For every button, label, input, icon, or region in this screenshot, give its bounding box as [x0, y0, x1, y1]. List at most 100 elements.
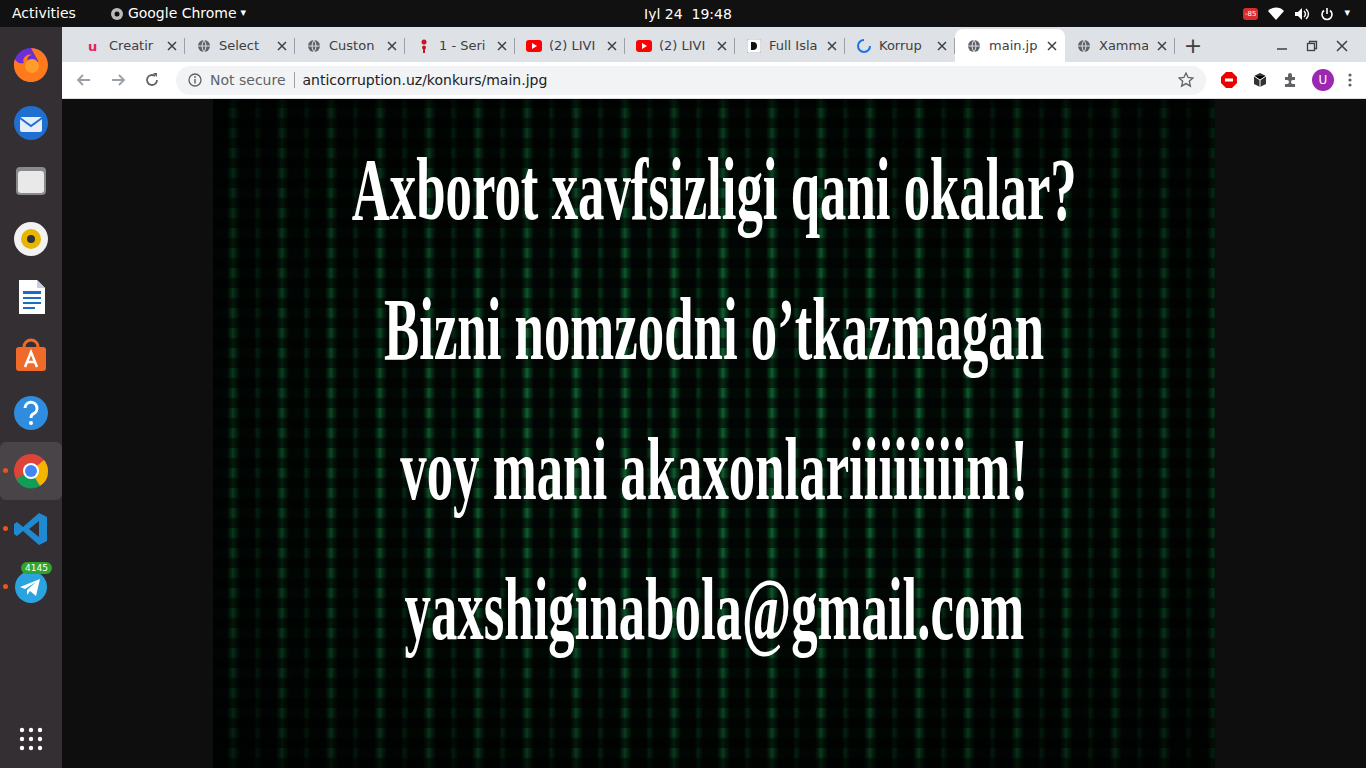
dock-item[interactable]	[0, 384, 62, 442]
tab[interactable]: Custon	[295, 29, 405, 62]
tab[interactable]: (2) LIVI	[625, 29, 735, 62]
top-bar: Activities Google Chrome▾ Iyl 24 19:48 -85▾	[0, 0, 1366, 27]
thunderbird-icon[interactable]	[11, 103, 51, 143]
globe-icon	[966, 38, 982, 54]
dock-item[interactable]	[0, 152, 62, 210]
url: anticorruption.uz/konkurs/main.jpg	[303, 70, 1170, 91]
unsplash-icon: u	[86, 38, 102, 54]
dock-item[interactable]	[0, 210, 62, 268]
tab-separator	[1174, 38, 1175, 54]
dock-item[interactable]	[0, 94, 62, 152]
image-viewer: Axborot xavfsizligi qani okalar?Bizni no…	[62, 99, 1366, 768]
close-icon[interactable]	[715, 39, 729, 53]
close-icon[interactable]	[385, 39, 399, 53]
tab-separator	[404, 38, 405, 54]
running-dot	[3, 468, 8, 473]
loading-icon	[856, 38, 872, 54]
tab-separator	[734, 38, 735, 54]
tab[interactable]: (2) LIVI	[515, 29, 625, 62]
profile-avatar[interactable]: U	[1312, 69, 1334, 91]
firefox-icon[interactable]	[11, 45, 51, 85]
clock[interactable]: Iyl 24 19:48	[644, 4, 732, 25]
close-icon[interactable]	[495, 39, 509, 53]
image-line: yaxshiginabola@gmail.com	[404, 540, 1024, 680]
pin-icon	[416, 38, 432, 54]
image-line: voy mani akaxonlariiiiiiiim!	[400, 400, 1028, 540]
forward-icon[interactable]	[108, 72, 128, 88]
omnibox[interactable]: Not secure anticorruption.uz/konkurs/main…	[176, 66, 1206, 95]
tab-separator	[294, 38, 295, 54]
software-icon[interactable]	[11, 335, 51, 375]
dock-item[interactable]	[0, 442, 62, 500]
toolbar: Not secure anticorruption.uz/konkurs/main…	[62, 62, 1366, 99]
close-icon[interactable]	[825, 39, 839, 53]
reload-icon[interactable]	[142, 72, 162, 88]
tab-separator	[624, 38, 625, 54]
restore-icon[interactable]	[1306, 40, 1318, 52]
close-window-icon[interactable]	[1336, 40, 1348, 52]
info-icon[interactable]	[188, 73, 202, 87]
help-icon[interactable]	[11, 393, 51, 433]
indicator-badge: -85	[1243, 8, 1258, 20]
running-dot	[3, 352, 8, 357]
running-dot	[3, 584, 8, 589]
image: Axborot xavfsizligi qani okalar?Bizni no…	[213, 99, 1215, 768]
youtube-icon	[636, 38, 652, 54]
globe-icon	[1076, 38, 1092, 54]
dock: 4145	[0, 27, 62, 768]
globe-icon	[196, 38, 212, 54]
system-tray[interactable]: -85▾	[1243, 5, 1354, 22]
activities-button[interactable]: Activities	[12, 3, 76, 24]
tab[interactable]: 1 - Seri	[405, 29, 515, 62]
tab[interactable]: Select	[185, 29, 295, 62]
bookmark-star-icon[interactable]	[1178, 72, 1194, 88]
notification-badge: 4145	[21, 562, 52, 574]
dock-item[interactable]	[0, 500, 62, 558]
dock-item[interactable]	[0, 36, 62, 94]
dock-item[interactable]	[0, 326, 62, 384]
running-dot	[3, 120, 8, 125]
running-dot	[3, 62, 8, 67]
app-grid-icon[interactable]	[19, 727, 43, 751]
minimize-icon[interactable]	[1276, 40, 1288, 52]
image-text: Axborot xavfsizligi qani okalar?Bizni no…	[213, 99, 1215, 680]
writer-icon[interactable]	[11, 277, 51, 317]
new-tab-button[interactable]: +	[1175, 29, 1211, 62]
close-icon[interactable]	[605, 39, 619, 53]
adblock-icon[interactable]	[1220, 71, 1238, 89]
app-menu[interactable]: Google Chrome▾	[110, 3, 246, 24]
tab[interactable]: Full Isla	[735, 29, 845, 62]
tab-strip: uCreatirSelectCuston1 - Seri(2) LIVI(2) …	[62, 27, 1366, 62]
image-line: Axborot xavfsizligi qani okalar?	[351, 120, 1076, 260]
close-icon[interactable]	[1155, 39, 1169, 53]
dock-item[interactable]: 4145	[0, 558, 62, 616]
close-icon[interactable]	[935, 39, 949, 53]
close-icon[interactable]	[275, 39, 289, 53]
window-controls	[1276, 29, 1366, 62]
tab[interactable]: uCreatir	[75, 29, 185, 62]
running-dot	[3, 526, 8, 531]
tab[interactable]: main.jp	[955, 29, 1065, 62]
tab[interactable]: Korrup	[845, 29, 955, 62]
dock-item[interactable]	[0, 268, 62, 326]
security-label: Not secure	[210, 70, 286, 91]
close-icon[interactable]	[1045, 39, 1059, 53]
desktop: 4145uCreatirSelectCuston1 - Seri(2) LIVI…	[0, 27, 1366, 768]
youtube-icon	[526, 38, 542, 54]
running-dot	[3, 294, 8, 299]
files-icon[interactable]	[11, 161, 51, 201]
chrome-icon[interactable]	[11, 451, 51, 491]
close-icon[interactable]	[165, 39, 179, 53]
separator	[294, 72, 295, 88]
tab-separator	[844, 38, 845, 54]
extension-cube-icon[interactable]	[1252, 72, 1268, 88]
back-icon[interactable]	[74, 72, 94, 88]
extensions-puzzle-icon[interactable]	[1282, 72, 1298, 88]
running-dot	[3, 236, 8, 241]
tab[interactable]: Xamma	[1065, 29, 1175, 62]
vscode-icon[interactable]	[11, 509, 51, 549]
running-dot	[3, 410, 8, 415]
menu-dots-icon[interactable]	[1348, 72, 1352, 88]
dev-icon	[746, 38, 762, 54]
rhythmbox-icon[interactable]	[11, 219, 51, 259]
